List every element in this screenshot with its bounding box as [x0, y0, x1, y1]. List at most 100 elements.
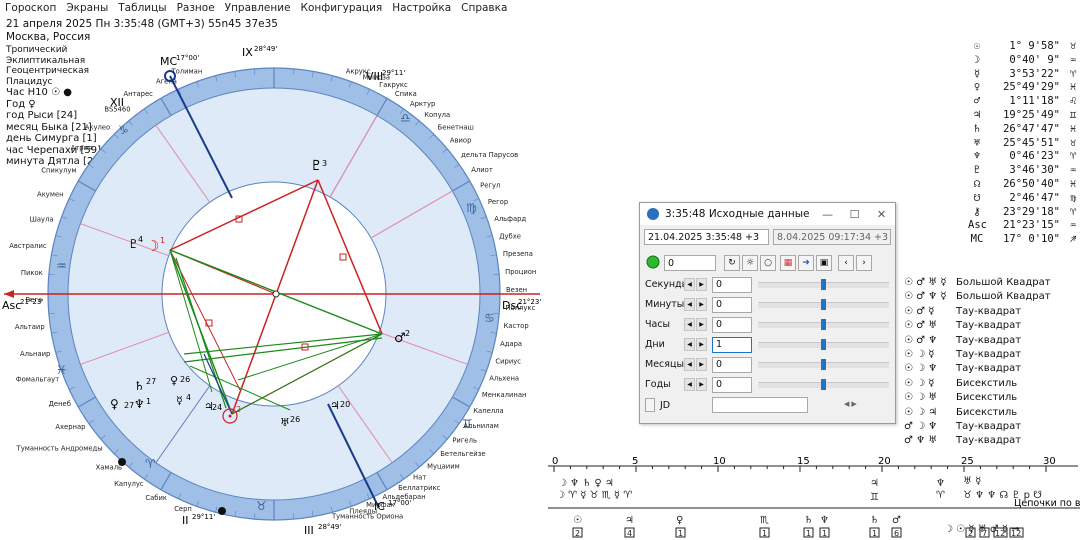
increment-icon[interactable]: ▶: [696, 338, 707, 351]
menu-configuration[interactable]: Конфигурация: [296, 2, 388, 14]
svg-text:♂: ♂: [892, 515, 901, 526]
increment-icon[interactable]: ▶: [696, 298, 707, 311]
slider-thumb[interactable]: [821, 339, 826, 350]
decrement-icon[interactable]: ◀: [684, 278, 695, 291]
svg-text:2: 2: [405, 329, 410, 338]
star-label: Авиор: [450, 137, 472, 145]
prev-icon[interactable]: ‹: [838, 255, 854, 271]
increment-icon[interactable]: ▶: [696, 358, 707, 371]
aspect-row[interactable]: ☉ ☽ ☿ Тау-квадрат: [904, 348, 1051, 362]
aspect-row[interactable]: ♂ ☽ ♆ Тау-квадрат: [904, 420, 1051, 434]
dialog-titlebar[interactable]: 3:35:48 Исходные данные — ☐ ✕: [640, 203, 895, 225]
slider-track[interactable]: [758, 339, 889, 350]
source-data-dialog[interactable]: 3:35:48 Исходные данные — ☐ ✕ 21.04.2025…: [639, 202, 896, 424]
field-value[interactable]: 0: [712, 277, 752, 293]
asc-arrow-icon: [4, 290, 14, 298]
step-input[interactable]: 0: [664, 255, 716, 271]
field-value[interactable]: 0: [712, 317, 752, 333]
aspect-row[interactable]: ☉ ☽ ☿ Бисекстиль: [904, 377, 1051, 391]
mc-degree: 17°00': [176, 54, 199, 62]
aspect-row[interactable]: ☉ ☽ ♅ Бисекстиль: [904, 391, 1051, 405]
aspect-row[interactable]: ☉ ♂ ♅ ☿ Большой Квадрат: [904, 276, 1051, 290]
slider-track[interactable]: [758, 299, 889, 310]
field-label: Годы: [645, 379, 671, 390]
next-icon[interactable]: ›: [856, 255, 872, 271]
decrement-icon[interactable]: ◀: [684, 338, 695, 351]
menu-misc[interactable]: Разное: [172, 2, 220, 14]
close-icon[interactable]: ✕: [868, 208, 895, 221]
field-value[interactable]: 1: [712, 337, 752, 353]
refresh-icon[interactable]: ↻: [724, 255, 740, 271]
menu-tables[interactable]: Таблицы: [113, 2, 171, 14]
star-label: Арктур: [410, 100, 435, 108]
status-indicator-icon[interactable]: [645, 255, 661, 271]
star-label: Туманность Андромеды: [16, 444, 103, 452]
star-label: Спика: [395, 90, 417, 98]
sun-icon[interactable]: ☼: [742, 255, 758, 271]
slider-track[interactable]: [758, 319, 889, 330]
aspect-row[interactable]: ☉ ♂ ☿ Тау-квадрат: [904, 305, 1051, 319]
svg-text:♄: ♄: [804, 515, 813, 526]
slider-track[interactable]: [758, 379, 889, 390]
aspect-row[interactable]: ☉ ♂ ♅ Тау-квадрат: [904, 319, 1051, 333]
increment-icon[interactable]: ▶: [696, 278, 707, 291]
slider-thumb[interactable]: [821, 379, 826, 390]
field-label: Дни: [645, 339, 665, 350]
aspect-row[interactable]: ☉ ☽ ♃ Бисекстиль: [904, 406, 1051, 420]
menu-screens[interactable]: Экраны: [61, 2, 113, 14]
decrement-icon[interactable]: ◀: [684, 378, 695, 391]
slider-thumb[interactable]: [821, 279, 826, 290]
export-icon[interactable]: ➜: [798, 255, 814, 271]
svg-text:☽ ☉ ☿ ♅ ♂ ☿ →: ☽ ☉ ☿ ♅ ♂ ☿ →: [944, 524, 1020, 535]
slider-track[interactable]: [758, 359, 889, 370]
slider-thumb[interactable]: [821, 319, 826, 330]
field-value[interactable]: 0: [712, 357, 752, 373]
field-value[interactable]: 0: [712, 377, 752, 393]
increment-icon[interactable]: ▶: [696, 378, 707, 391]
menu-horoscope[interactable]: Гороскоп: [0, 2, 61, 14]
circle-icon[interactable]: ○: [760, 255, 776, 271]
decrement-icon[interactable]: ◀: [684, 318, 695, 331]
slider-thumb[interactable]: [821, 299, 826, 310]
horoscope-wheel[interactable]: ♇ 3 ☽ 1 ♇ 4 ♂ 2 ♄ 27 ♀ 27 ♆ 1 ♀ 26 ☿ 4 ♃…: [0, 36, 560, 540]
timeline-glyphs: ☽ ♆ ♄ ♀ ♃ ☽ ♈ ☿ ♉ ♏ ☿ ♈ ♃ ♊ ♆ ♈ ♅ ☿ ♉ ♆ …: [556, 476, 1042, 503]
svg-text:☽ ♈ ☿ ♉ ♏ ☿ ♈: ☽ ♈ ☿ ♉ ♏ ☿ ♈: [556, 490, 632, 501]
field-value[interactable]: 0: [712, 297, 752, 313]
field-label: Секунды: [645, 279, 690, 290]
jd-toggle[interactable]: [645, 398, 655, 412]
decrement-icon[interactable]: ◀: [844, 400, 849, 408]
star-label: Копула: [424, 111, 450, 119]
star-label: Регор: [488, 198, 508, 206]
minimize-icon[interactable]: —: [814, 208, 841, 221]
app-icon: [647, 208, 659, 220]
aspect-row[interactable]: ☉ ☽ ♆ Тау-квадрат: [904, 362, 1051, 376]
aspect-row[interactable]: ♂ ♆ ♅ Тау-квадрат: [904, 434, 1051, 448]
menu-control[interactable]: Управление: [220, 2, 296, 14]
decrement-icon[interactable]: ◀: [684, 358, 695, 371]
maximize-icon[interactable]: ☐: [841, 208, 868, 221]
slider-thumb[interactable]: [821, 359, 826, 370]
menu-help[interactable]: Справка: [456, 2, 512, 14]
aspect-row[interactable]: ☉ ♂ ♆ Тау-квадрат: [904, 334, 1051, 348]
cusp-label: IX: [242, 46, 253, 59]
star-label: Альдебаран: [382, 493, 425, 501]
aspect-row[interactable]: ☉ ♂ ♆ ☿ Большой Квадрат: [904, 290, 1051, 304]
increment-icon[interactable]: ▶: [696, 318, 707, 331]
calendar-icon[interactable]: ▦: [780, 255, 796, 271]
svg-text:☉: ☉: [573, 515, 582, 526]
datetime-input[interactable]: 21.04.2025 3:35:48 +3: [644, 229, 769, 245]
decrement-icon[interactable]: ◀: [684, 298, 695, 311]
svg-text:4: 4: [138, 235, 143, 244]
menu-settings[interactable]: Настройка: [387, 2, 456, 14]
svg-text:♄: ♄: [870, 515, 879, 526]
transit-timeline[interactable]: 0 5 10 15 20 25 30 ☽ ♆ ♄ ♀ ♃ ☽ ♈ ☿ ♉ ♏ ☿…: [548, 456, 1080, 540]
jd-input[interactable]: [712, 397, 808, 413]
field-row-months: Месяцы ◀ ▶ 0: [640, 356, 895, 374]
slider-track[interactable]: [758, 279, 889, 290]
increment-icon[interactable]: ▶: [851, 400, 856, 408]
star-label: Сабик: [145, 494, 167, 502]
save-icon[interactable]: ▣: [816, 255, 832, 271]
svg-text:1: 1: [872, 529, 877, 538]
svg-text:♃: ♃: [330, 399, 340, 412]
svg-text:20: 20: [340, 400, 350, 409]
